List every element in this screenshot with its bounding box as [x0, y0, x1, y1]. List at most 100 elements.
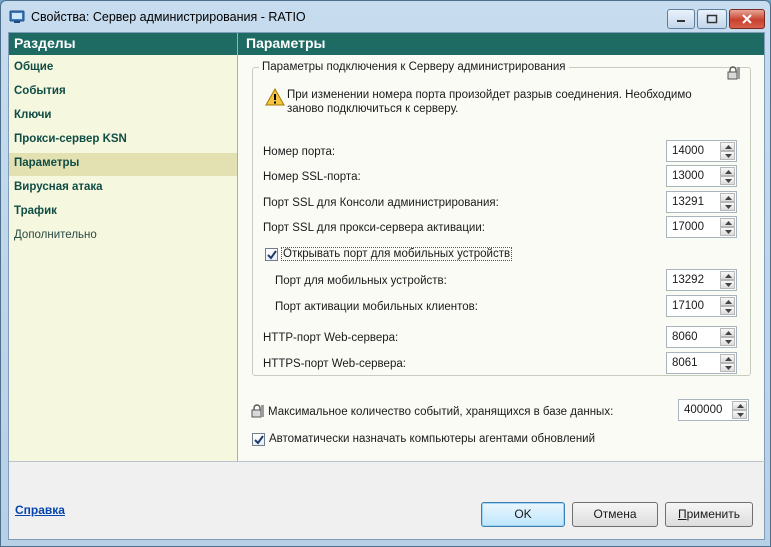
chevron-down-icon [725, 340, 732, 344]
sidebar-item-general[interactable]: Общие [9, 57, 237, 80]
maximize-icon [706, 14, 718, 24]
max-events-stepper[interactable]: 400000 [678, 399, 749, 421]
activation-proxy-port-label: Порт SSL для прокси-сервера активации: [263, 222, 485, 234]
maximize-button[interactable] [697, 9, 727, 29]
chevron-down-icon [725, 366, 732, 370]
sidebar-item-keys[interactable]: Ключи [9, 105, 237, 128]
app-icon [9, 10, 25, 23]
checkmark-icon [267, 250, 277, 260]
dialog-client: Разделы Общие События Ключи Прокси-серве… [8, 32, 766, 540]
properties-window: Свойства: Сервер администрирования - RAT… [0, 0, 771, 547]
ssl-port-label: Номер SSL-порта: [263, 171, 361, 183]
dialog-footer: Справка OK Отмена Применить [9, 462, 764, 539]
https-port-label: HTTPS-порт Web-сервера: [263, 358, 406, 370]
max-events-label: Максимальное количество событий, хранящи… [268, 406, 614, 418]
spin-up-button[interactable] [720, 218, 735, 227]
mobile-port-checkbox-label[interactable]: Открывать порт для мобильных устройств [280, 247, 513, 261]
ssl-port-stepper[interactable]: 13000 [666, 165, 737, 187]
spin-down-button[interactable] [720, 227, 735, 236]
sidebar-item-events[interactable]: События [9, 81, 237, 104]
minimize-button[interactable] [667, 9, 695, 29]
spin-up-button[interactable] [720, 271, 735, 280]
spin-up-button[interactable] [720, 328, 735, 337]
spin-up-button[interactable] [720, 354, 735, 363]
spin-down-button[interactable] [720, 363, 735, 372]
spin-down-button[interactable] [720, 280, 735, 289]
chevron-up-icon [725, 357, 732, 361]
chevron-down-icon [725, 179, 732, 183]
chevron-up-icon [725, 145, 732, 149]
mobile-port-stepper[interactable]: 13292 [666, 269, 737, 291]
chevron-down-icon [725, 283, 732, 287]
spin-down-button[interactable] [720, 176, 735, 185]
mobile-activation-port-stepper[interactable]: 17100 [666, 295, 737, 317]
max-events-value: 400000 [684, 404, 723, 416]
mobile-activation-port-value: 17100 [672, 300, 704, 312]
close-button[interactable] [729, 9, 765, 29]
lock-icon[interactable] [727, 66, 741, 80]
spin-down-button[interactable] [720, 151, 735, 160]
chevron-down-icon [725, 230, 732, 234]
page-title: Параметры [238, 33, 764, 55]
connection-settings-group: Параметры подключения к Серверу админист… [252, 61, 751, 376]
spin-up-button[interactable] [732, 401, 747, 410]
chevron-up-icon [725, 221, 732, 225]
sidebar-item-virus-outbreak[interactable]: Вирусная атака [9, 177, 237, 200]
mobile-port-value: 13292 [672, 274, 704, 286]
warning-text: При изменении номера порта произойдет ра… [287, 89, 692, 115]
checkmark-icon [254, 435, 264, 445]
chevron-down-icon [725, 205, 732, 209]
chevron-up-icon [725, 196, 732, 200]
auto-assign-checkbox[interactable] [252, 433, 265, 446]
console-ssl-port-value: 13291 [672, 196, 704, 208]
sidebar-item-ksn-proxy[interactable]: Прокси-сервер KSN [9, 129, 237, 152]
chevron-up-icon [725, 331, 732, 335]
spin-down-button[interactable] [732, 410, 747, 419]
mobile-activation-port-label: Порт активации мобильных клиентов: [275, 301, 478, 313]
sidebar-item-traffic[interactable]: Трафик [9, 201, 237, 224]
title-bar[interactable]: Свойства: Сервер администрирования - RAT… [1, 1, 770, 32]
lock-icon[interactable] [251, 404, 265, 418]
console-ssl-port-stepper[interactable]: 13291 [666, 191, 737, 213]
ok-button[interactable]: OK [481, 502, 565, 527]
sidebar-item-parameters[interactable]: Параметры [9, 153, 237, 176]
http-port-value: 8060 [672, 331, 698, 343]
port-stepper[interactable]: 14000 [666, 140, 737, 162]
ssl-port-value: 13000 [672, 170, 704, 182]
chevron-up-icon [725, 170, 732, 174]
group-title: Параметры подключения к Серверу админист… [259, 61, 569, 73]
activation-proxy-port-value: 17000 [672, 221, 704, 233]
warning-icon [265, 88, 285, 106]
chevron-up-icon [737, 404, 744, 408]
auto-assign-label[interactable]: Автоматически назначать компьютеры агент… [269, 433, 595, 445]
help-link[interactable]: Справка [15, 503, 65, 517]
https-port-stepper[interactable]: 8061 [666, 352, 737, 374]
chevron-down-icon [737, 413, 744, 417]
http-port-stepper[interactable]: 8060 [666, 326, 737, 348]
window-title: Свойства: Сервер администрирования - RAT… [31, 10, 306, 24]
spin-down-button[interactable] [720, 337, 735, 346]
chevron-up-icon [725, 300, 732, 304]
spin-down-button[interactable] [720, 306, 735, 315]
spin-up-button[interactable] [720, 142, 735, 151]
console-ssl-port-label: Порт SSL для Консоли администрирования: [263, 197, 499, 209]
spin-up-button[interactable] [720, 297, 735, 306]
port-label: Номер порта: [263, 146, 336, 158]
https-port-value: 8061 [672, 357, 698, 369]
port-value: 14000 [672, 145, 704, 157]
mobile-port-label: Порт для мобильных устройств: [275, 275, 447, 287]
spin-up-button[interactable] [720, 167, 735, 176]
close-icon [742, 14, 752, 24]
chevron-down-icon [725, 309, 732, 313]
activation-proxy-port-stepper[interactable]: 17000 [666, 216, 737, 238]
apply-button[interactable]: Применить [665, 502, 753, 527]
mobile-port-checkbox[interactable] [265, 248, 278, 261]
sidebar-item-advanced[interactable]: Дополнительно [9, 225, 237, 248]
chevron-down-icon [725, 154, 732, 158]
http-port-label: HTTP-порт Web-сервера: [263, 332, 399, 344]
spin-down-button[interactable] [720, 202, 735, 211]
minimize-icon [677, 20, 685, 22]
sidebar-header: Разделы [9, 33, 237, 55]
cancel-button[interactable]: Отмена [572, 502, 658, 527]
spin-up-button[interactable] [720, 193, 735, 202]
